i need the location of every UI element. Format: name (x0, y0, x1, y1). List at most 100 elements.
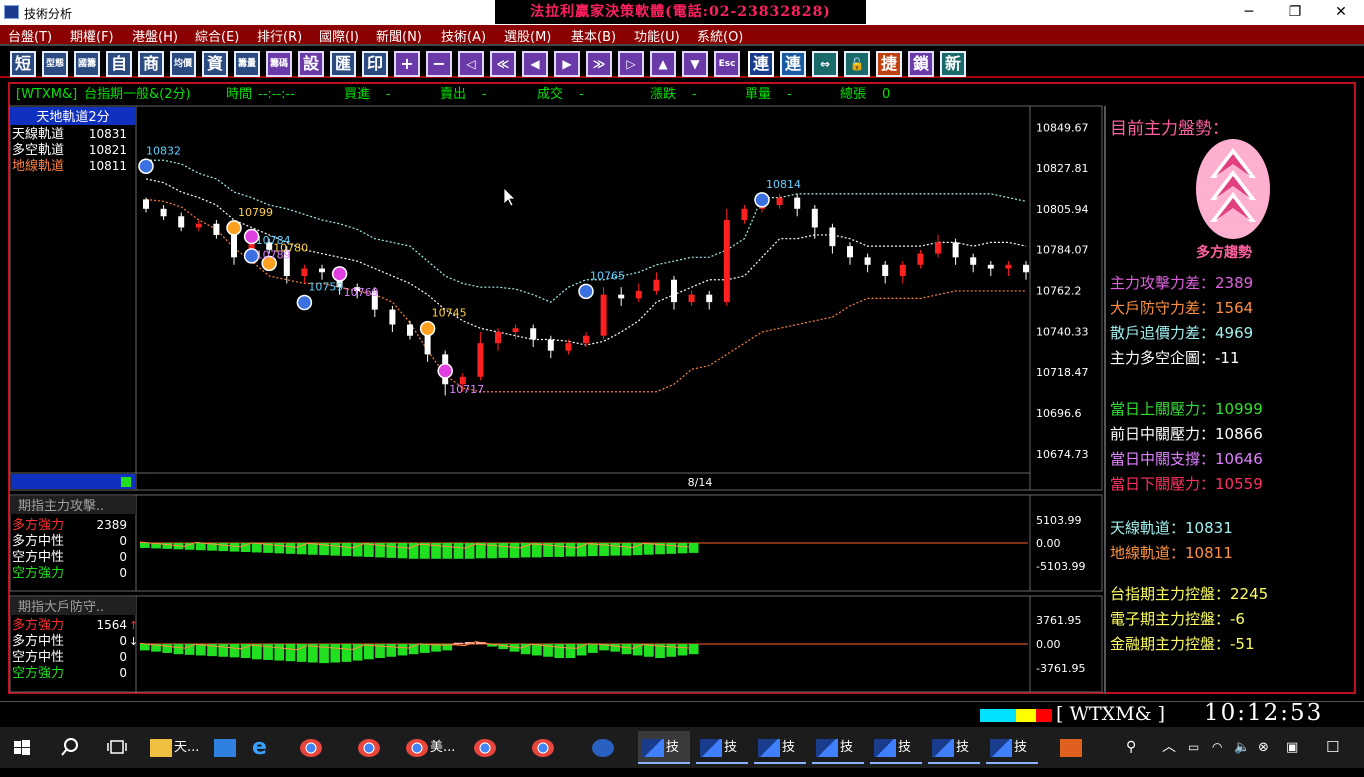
right-row: 散戶追價力差：4969 (1110, 322, 1253, 343)
indicator-bar (688, 644, 699, 655)
signal-label: 10765 (590, 269, 625, 282)
taskbar-item-chrome-4[interactable] (474, 731, 498, 764)
candle-body (935, 242, 941, 254)
indicator-bar (196, 543, 206, 551)
notification-icon[interactable]: ☐ (1326, 731, 1339, 764)
indicator-bar (554, 644, 565, 659)
chart2-legend-value: 0 (119, 534, 127, 548)
y-tick-label: 10784.07 (1036, 244, 1089, 257)
candle-body (864, 257, 871, 265)
globe-icon (592, 738, 614, 757)
taskbar-item-tech[interactable]: 技 (928, 731, 980, 764)
taskbar-item-explorer[interactable]: 天... (150, 731, 199, 764)
right-row-value: 10831 (1185, 519, 1233, 537)
taskbar-item-ie[interactable]: e (252, 731, 276, 764)
candle-body (1005, 264, 1012, 269)
chrome-icon (532, 738, 554, 757)
taskbar-item-tech[interactable]: 技 (812, 731, 864, 764)
right-row-label: 地線軌道： (1110, 544, 1186, 562)
indicator-bar (397, 543, 408, 559)
signal-marker (226, 220, 242, 236)
candle-body (547, 339, 554, 351)
candle-body (847, 246, 853, 258)
taskbar-item-tech[interactable]: 技 (696, 731, 748, 764)
chart-app-icon (874, 738, 896, 757)
wifi-icon[interactable]: ◠ (1212, 731, 1222, 764)
chart3-header: 期指大戶防守.. (18, 599, 104, 615)
candle-body (618, 294, 625, 299)
right-row: 前日中關壓力：10866 (1110, 423, 1263, 444)
candle-body (741, 208, 748, 220)
taskbar-item-tech[interactable]: 技 (986, 731, 1038, 764)
signal-marker (419, 320, 436, 337)
notes-icon[interactable]: ▣ (1286, 731, 1298, 764)
candle-body (424, 335, 431, 355)
volume-icon[interactable]: 🔈 (1234, 731, 1250, 764)
y-tick-label: 0.00 (1036, 638, 1061, 651)
chart2-legend-value: 0 (119, 566, 127, 580)
candle-body (213, 223, 220, 235)
chart2-legend-label: 多方中性 (12, 533, 64, 549)
taskbar-item-label: 技 (666, 740, 680, 755)
indicator-bar (610, 644, 621, 652)
chart-app-icon (816, 738, 838, 757)
right-row: 地線軌道：10811 (1110, 542, 1233, 563)
right-row: 大戶防守力差：1564 (1110, 297, 1253, 318)
candle-body (794, 197, 801, 209)
taskbar: 天... e 美... 技 技 技 技 技 技 技 ⚲ ︿ ▭ ◠ 🔈 ⊗ ▣ ☐ (0, 727, 1364, 768)
taskbar-item-chrome-5[interactable] (532, 731, 556, 764)
battery-icon[interactable]: ▭ (1188, 731, 1199, 764)
chrome-icon (406, 738, 428, 757)
candle-body (917, 253, 924, 265)
taskbar-item-tech[interactable]: 技 (754, 731, 806, 764)
signal-marker (754, 192, 770, 208)
taskbar-item-globe[interactable] (592, 731, 616, 764)
taskbar-item-office[interactable] (1060, 731, 1084, 764)
windows-start-icon[interactable] (12, 731, 32, 764)
signal-marker (437, 363, 453, 379)
error-icon[interactable]: ⊗ (1258, 731, 1269, 764)
chart2-legend-label: 空方強力 (12, 565, 64, 581)
signal-marker (578, 283, 594, 300)
taskbar-item-tech[interactable]: 技 (638, 731, 690, 764)
indicator-bar (173, 644, 184, 655)
indicator-bar (688, 543, 699, 553)
candle-body (160, 208, 167, 217)
mouse-cursor-icon (503, 187, 516, 207)
indicator-bar (677, 644, 688, 656)
candle-body (143, 199, 149, 209)
right-row-value: 10646 (1215, 450, 1263, 468)
right-row-value: 10811 (1185, 544, 1233, 562)
status-clock: 10:12:53 (1204, 700, 1324, 726)
y-tick-label: -3761.95 (1036, 662, 1085, 675)
indicator-bar (341, 543, 352, 557)
bull-trend-icon (1196, 139, 1270, 239)
y-tick-label: 0.00 (1036, 537, 1061, 550)
candle-body (530, 328, 537, 340)
y-tick-label: 10740.33 (1036, 325, 1089, 338)
candle-body (319, 268, 325, 273)
taskbar-item-label: 技 (1014, 740, 1028, 755)
taskbar-item-label: 技 (724, 740, 738, 755)
taskbar-item-tech[interactable]: 技 (870, 731, 922, 764)
signal-label: 10789 (256, 249, 291, 262)
person-icon[interactable]: ⚲ (1126, 731, 1136, 764)
indicator-bar (218, 644, 229, 657)
taskbar-item-pc[interactable] (214, 731, 238, 764)
taskbar-item-chrome-3[interactable]: 美... (406, 731, 455, 764)
candle-body (389, 309, 396, 325)
y-tick-label: 10805.94 (1036, 203, 1089, 216)
chevron-up-icon[interactable]: ︿ (1162, 731, 1176, 764)
search-icon[interactable] (60, 731, 80, 764)
taskbar-item-chrome-1[interactable] (300, 731, 324, 764)
chart1-legend-label: 多空軌道 (12, 142, 64, 158)
right-row: 主力攻擊力差：2389 (1110, 272, 1253, 293)
chart1-legend-value: 10811 (89, 159, 127, 173)
taskbar-item-chrome-2[interactable] (358, 731, 382, 764)
indicator-bar (184, 543, 195, 550)
indicator-bar (140, 543, 150, 548)
task-view-icon[interactable] (106, 731, 128, 764)
indicator-bar (408, 644, 419, 655)
chart1-legend-label: 天線軌道 (12, 126, 64, 142)
candle-body (565, 343, 572, 351)
